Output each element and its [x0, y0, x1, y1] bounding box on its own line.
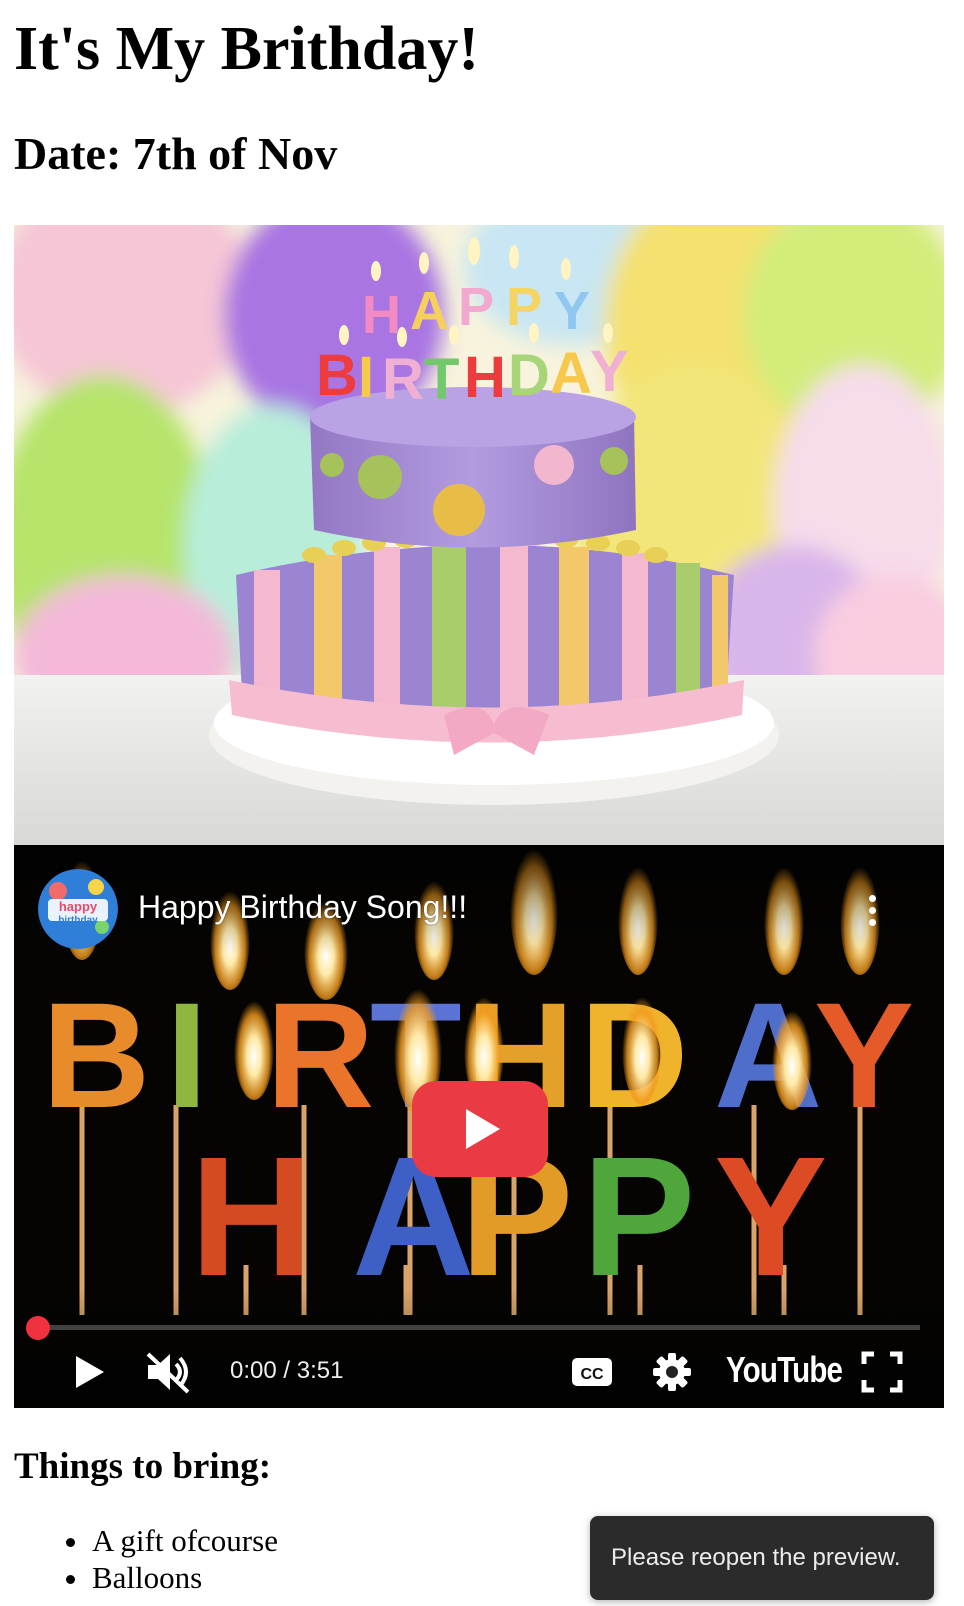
- progress-scrubber[interactable]: [26, 1316, 50, 1340]
- svg-text:H: H: [464, 345, 506, 410]
- video-time: 0:00 / 3:51: [230, 1357, 344, 1384]
- progress-bar[interactable]: [38, 1325, 920, 1330]
- captions-icon[interactable]: CC: [570, 1350, 614, 1394]
- svg-text:Y: Y: [590, 339, 629, 404]
- svg-text:H: H: [190, 1122, 313, 1312]
- svg-text:Y: Y: [814, 971, 914, 1139]
- date-heading: Date: 7th of Nov: [14, 128, 338, 179]
- svg-text:Y: Y: [714, 1122, 827, 1312]
- svg-text:D: D: [508, 343, 550, 408]
- channel-avatar[interactable]: happy birthday: [38, 869, 118, 949]
- fullscreen-icon[interactable]: [860, 1350, 904, 1394]
- svg-text:A: A: [410, 281, 449, 341]
- video-title[interactable]: Happy Birthday Song!!!: [138, 889, 467, 926]
- svg-text:happy: happy: [59, 899, 98, 914]
- birthday-cake-image: H A P P Y B I R T H D A Y: [14, 225, 944, 845]
- gear-icon[interactable]: [650, 1350, 694, 1394]
- svg-text:T: T: [424, 347, 459, 412]
- list-item: Balloons: [66, 1559, 278, 1596]
- svg-text:I: I: [166, 971, 208, 1139]
- large-play-button[interactable]: [412, 1081, 548, 1177]
- svg-text:CC: CC: [580, 1366, 604, 1383]
- things-to-bring-heading: Things to bring:: [14, 1446, 272, 1487]
- preview-toast: Please reopen the preview.: [590, 1516, 934, 1600]
- svg-text:P: P: [458, 277, 494, 337]
- toast-message: Please reopen the preview.: [611, 1544, 901, 1571]
- list-item: A gift ofcourse: [66, 1522, 278, 1559]
- svg-text:B: B: [42, 971, 150, 1139]
- more-vertical-icon[interactable]: [864, 895, 880, 931]
- svg-text:B: B: [316, 343, 358, 408]
- page-title: It's My Brithday!: [14, 15, 479, 83]
- svg-text:R: R: [382, 347, 424, 412]
- svg-text:Y: Y: [554, 281, 590, 341]
- svg-text:P: P: [582, 1122, 695, 1312]
- svg-text:A: A: [550, 341, 592, 406]
- play-icon[interactable]: [66, 1350, 110, 1394]
- svg-text:H: H: [362, 285, 401, 345]
- svg-text:birthday: birthday: [58, 915, 98, 926]
- volume-muted-icon[interactable]: [144, 1350, 194, 1394]
- youtube-logo[interactable]: YouTube: [726, 1349, 843, 1391]
- youtube-video-embed[interactable]: B I R T H D A Y H A P P Y: [14, 845, 944, 1408]
- things-to-bring-list: A gift ofcourse Balloons: [66, 1522, 278, 1596]
- svg-text:I: I: [358, 345, 374, 410]
